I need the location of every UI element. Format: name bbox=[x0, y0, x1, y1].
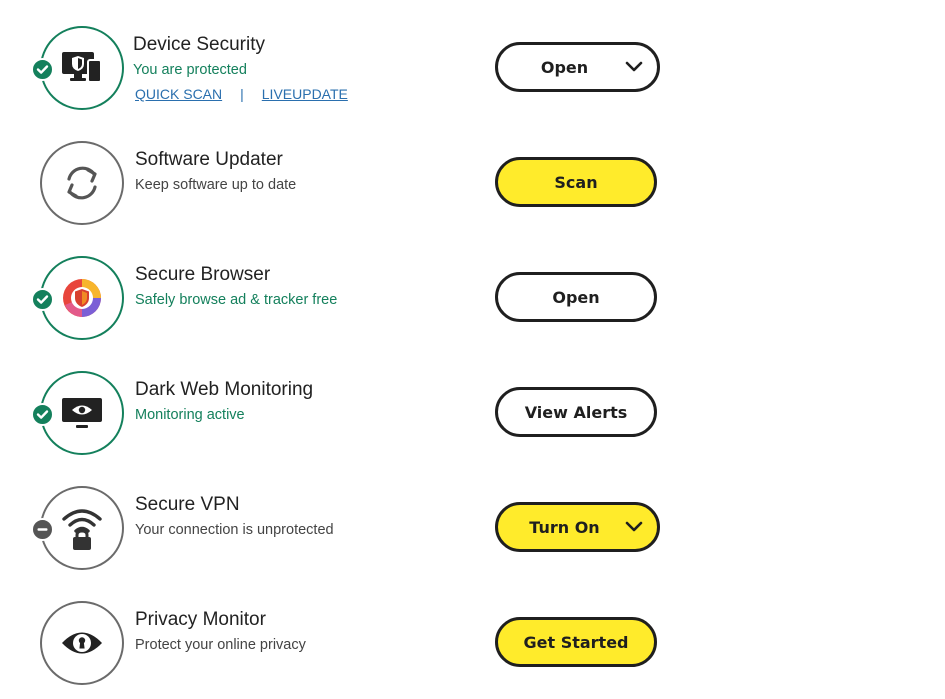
checkmark-icon bbox=[36, 410, 49, 419]
chevron-down-icon bbox=[625, 61, 643, 72]
feature-description: Your connection is unprotected bbox=[135, 522, 334, 538]
unprotected-badge bbox=[31, 518, 54, 541]
scan-button[interactable]: Scan bbox=[495, 157, 657, 207]
feature-row-secure-browser: Secure Browser Safely browse ad & tracke… bbox=[0, 230, 945, 345]
feature-title: Secure VPN bbox=[135, 494, 240, 515]
feature-row-privacy-monitor: Privacy Monitor Protect your online priv… bbox=[0, 575, 945, 690]
feature-title: Device Security bbox=[133, 34, 265, 55]
refresh-icon bbox=[67, 166, 97, 200]
device-shield-icon bbox=[62, 52, 102, 83]
quick-scan-link[interactable]: QUICK SCAN bbox=[135, 86, 222, 102]
checkmark-icon bbox=[36, 295, 49, 304]
view-alerts-button[interactable]: View Alerts bbox=[495, 387, 657, 437]
open-dropdown-button[interactable]: Open bbox=[495, 42, 660, 92]
liveupdate-link[interactable]: LIVEUPDATE bbox=[262, 86, 348, 102]
button-label: Scan bbox=[554, 172, 598, 192]
feature-title: Dark Web Monitoring bbox=[135, 379, 314, 400]
chevron-down-icon bbox=[625, 521, 643, 532]
feature-description: Keep software up to date bbox=[135, 177, 297, 193]
protected-badge bbox=[31, 58, 54, 81]
feature-status: You are protected bbox=[133, 62, 247, 78]
feature-description: Protect your online privacy bbox=[135, 637, 306, 653]
feature-row-dark-web-monitoring: Dark Web Monitoring Monitoring active Vi… bbox=[0, 345, 945, 460]
button-label: Open bbox=[552, 287, 600, 307]
feature-title: Secure Browser bbox=[135, 264, 271, 285]
feature-title: Privacy Monitor bbox=[135, 609, 266, 630]
minus-icon bbox=[37, 528, 48, 531]
browser-logo-icon bbox=[63, 279, 101, 317]
software-updater-icon-circle bbox=[40, 141, 124, 225]
monitor-eye-icon bbox=[62, 398, 102, 428]
quick-links: QUICK SCAN | LIVEUPDATE bbox=[135, 86, 348, 102]
button-label: View Alerts bbox=[524, 402, 628, 422]
button-label: Open bbox=[540, 57, 589, 77]
button-label: Turn On bbox=[529, 517, 600, 537]
protected-badge bbox=[31, 288, 54, 311]
feature-row-device-security: Device Security You are protected QUICK … bbox=[0, 0, 945, 115]
feature-status: Safely browse ad & tracker free bbox=[135, 292, 338, 308]
open-button[interactable]: Open bbox=[495, 272, 657, 322]
feature-row-secure-vpn: Secure VPN Your connection is unprotecte… bbox=[0, 460, 945, 575]
checkmark-icon bbox=[36, 65, 49, 74]
get-started-button[interactable]: Get Started bbox=[495, 617, 657, 667]
privacy-monitor-icon-circle bbox=[40, 601, 124, 685]
wifi-lock-icon bbox=[62, 509, 102, 550]
turn-on-dropdown-button[interactable]: Turn On bbox=[495, 502, 660, 552]
link-separator: | bbox=[240, 86, 244, 102]
eye-keyhole-icon bbox=[62, 632, 102, 654]
feature-status: Monitoring active bbox=[135, 407, 245, 423]
feature-title: Software Updater bbox=[135, 149, 283, 170]
protected-badge bbox=[31, 403, 54, 426]
feature-row-software-updater: Software Updater Keep software up to dat… bbox=[0, 115, 945, 230]
button-label: Get Started bbox=[523, 632, 629, 652]
